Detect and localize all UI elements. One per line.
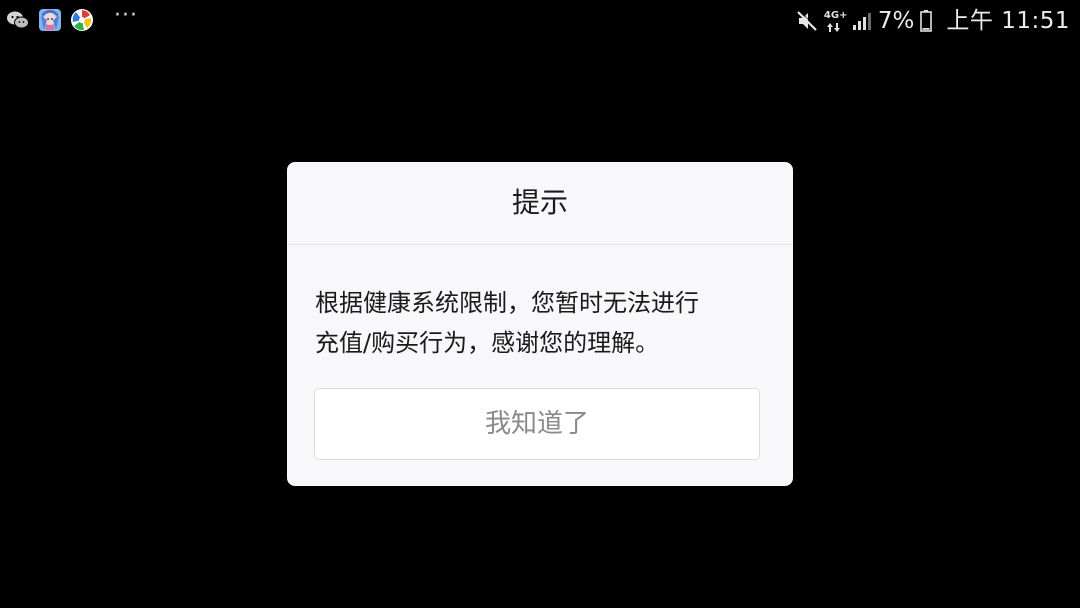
network-type-icon: 4G+ [823, 8, 848, 34]
status-clock: 上午 11:51 [946, 8, 1070, 34]
screen: ··· 4G+ 7% 上午 11:51 提示 根据健康系统限制，您暂时无法进行 … [0, 0, 1080, 608]
battery-percent: 7% [877, 8, 915, 34]
got-it-button[interactable]: 我知道了 [314, 388, 760, 460]
more-notifications-icon: ··· [114, 3, 138, 28]
system-status: 4G+ 7% 上午 11:51 [796, 6, 1070, 36]
wechat-icon [7, 11, 29, 29]
notification-area: ··· [6, 3, 138, 32]
dialog-title: 提示 [287, 162, 793, 245]
pinwheel-app-icon [71, 9, 93, 31]
network-type-label: 4G+ [823, 10, 848, 21]
battery-icon [920, 10, 933, 32]
restriction-dialog: 提示 根据健康系统限制，您暂时无法进行 充值/购买行为，感谢您的理解。 我知道了 [287, 162, 793, 486]
data-arrows-icon [826, 23, 840, 32]
game-app-icon [39, 9, 61, 31]
signal-icon [852, 13, 871, 30]
mute-icon [797, 10, 818, 31]
status-bar: ··· 4G+ 7% 上午 11:51 [0, 0, 1080, 42]
dialog-message: 根据健康系统限制，您暂时无法进行 充值/购买行为，感谢您的理解。 [287, 245, 793, 363]
dialog-message-line: 根据健康系统限制，您暂时无法进行 [315, 289, 699, 317]
dialog-message-line: 充值/购买行为，感谢您的理解。 [315, 329, 660, 357]
